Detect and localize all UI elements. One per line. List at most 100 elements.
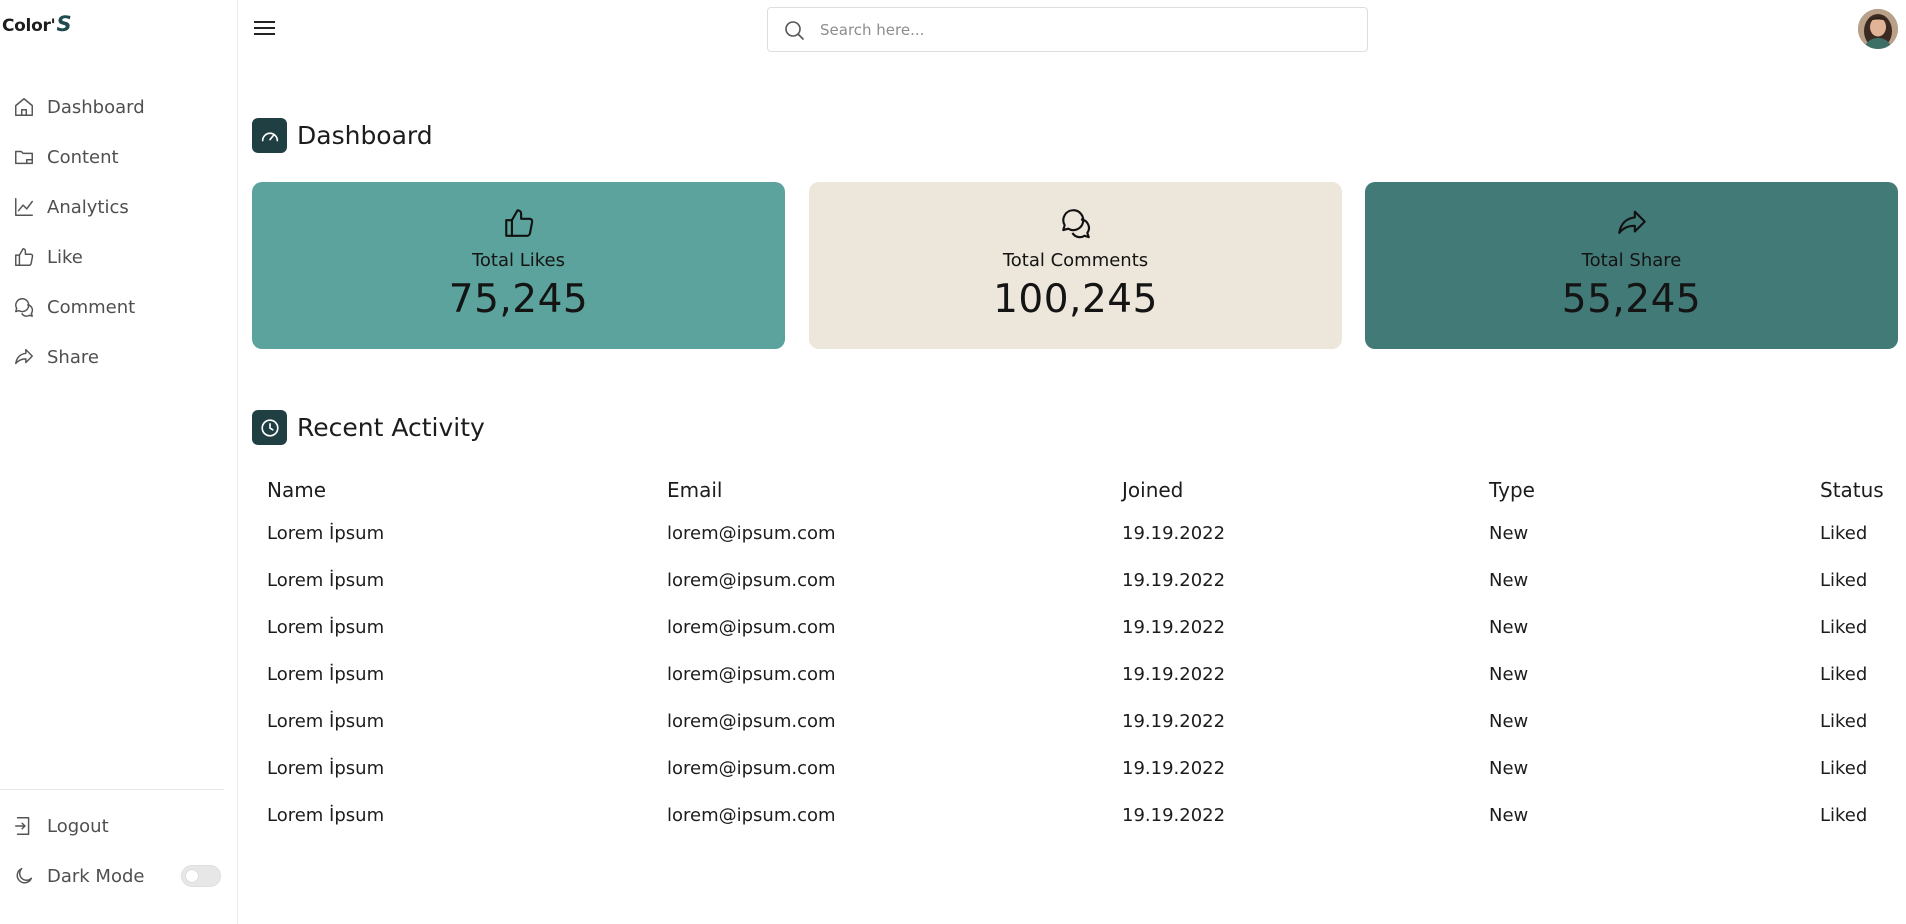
column-header-joined[interactable]: Joined (1122, 478, 1183, 502)
total-comments-card[interactable]: Total Comments 100,245 (809, 182, 1342, 349)
table-row[interactable]: Lorem İpsum lorem@ipsum.com 19.19.2022 N… (252, 651, 1892, 698)
logo[interactable]: Color'S (2, 12, 72, 36)
avatar-image (1858, 9, 1898, 49)
cell-email: lorem@ipsum.com (667, 758, 836, 779)
cell-joined: 19.19.2022 (1122, 805, 1226, 826)
page-title: Dashboard (297, 121, 433, 150)
cell-name: Lorem İpsum (267, 805, 385, 826)
cell-name: Lorem İpsum (267, 664, 385, 685)
cell-joined: 19.19.2022 (1122, 570, 1226, 591)
cell-type: New (1489, 758, 1529, 779)
column-header-name[interactable]: Name (267, 478, 326, 502)
comments-icon (13, 296, 35, 318)
table-header-row: Name Email Joined Type Status (252, 470, 1892, 510)
share-icon (13, 346, 35, 368)
table-row[interactable]: Lorem İpsum lorem@ipsum.com 19.19.2022 N… (252, 698, 1892, 745)
share-icon (1615, 206, 1649, 240)
cell-name: Lorem İpsum (267, 570, 385, 591)
cell-type: New (1489, 664, 1529, 685)
cell-joined: 19.19.2022 (1122, 711, 1226, 732)
card-value: 55,245 (1561, 277, 1702, 322)
card-value: 75,245 (448, 277, 589, 322)
cell-joined: 19.19.2022 (1122, 523, 1226, 544)
cell-type: New (1489, 805, 1529, 826)
total-likes-card[interactable]: Total Likes 75,245 (252, 182, 785, 349)
cell-type: New (1489, 617, 1529, 638)
sidebar-item-label: Content (47, 146, 119, 168)
column-header-status[interactable]: Status (1820, 478, 1884, 502)
cell-status: Liked (1820, 617, 1868, 638)
cell-joined: 19.19.2022 (1122, 758, 1226, 779)
sidebar-nav: Dashboard Content Analytics Like Comment… (0, 82, 237, 382)
sidebar-item-label: Share (47, 346, 99, 368)
cell-name: Lorem İpsum (267, 617, 385, 638)
total-share-card[interactable]: Total Share 55,245 (1365, 182, 1898, 349)
card-label: Total Likes (471, 250, 566, 271)
search-icon (785, 20, 804, 40)
sidebar: Color'S Dashboard Content Analytics Like… (0, 0, 238, 924)
hamburger-menu-button[interactable] (252, 17, 278, 39)
line-chart-icon (13, 196, 35, 218)
sidebar-item-label: Analytics (47, 196, 129, 218)
cell-joined: 19.19.2022 (1122, 617, 1226, 638)
table-row[interactable]: Lorem İpsum lorem@ipsum.com 19.19.2022 N… (252, 792, 1892, 839)
sidebar-divider (0, 789, 224, 790)
cell-status: Liked (1820, 758, 1868, 779)
cell-type: New (1489, 523, 1529, 544)
cell-status: Liked (1820, 711, 1868, 732)
sidebar-item-comment[interactable]: Comment (0, 282, 237, 332)
logo-mark: S (56, 12, 72, 36)
comments-icon (1059, 206, 1093, 240)
section-title: Recent Activity (297, 413, 485, 442)
card-value: 100,245 (993, 277, 1158, 322)
cell-email: lorem@ipsum.com (667, 617, 836, 638)
column-header-type[interactable]: Type (1489, 478, 1535, 502)
home-icon (13, 96, 35, 118)
logout-icon (13, 815, 35, 837)
dark-mode-label: Dark Mode (47, 865, 145, 887)
logout-button[interactable]: Logout (0, 801, 237, 851)
table-row[interactable]: Lorem İpsum lorem@ipsum.com 19.19.2022 N… (252, 745, 1892, 792)
card-label: Total Comments (1002, 250, 1149, 271)
cell-joined: 19.19.2022 (1122, 664, 1226, 685)
toggle-knob (186, 870, 198, 882)
table-row[interactable]: Lorem İpsum lorem@ipsum.com 19.19.2022 N… (252, 557, 1892, 604)
search-input[interactable] (820, 20, 1367, 39)
column-header-email[interactable]: Email (667, 478, 723, 502)
clock-icon (252, 410, 287, 445)
table-row[interactable]: Lorem İpsum lorem@ipsum.com 19.19.2022 N… (252, 604, 1892, 651)
thumbs-up-icon (502, 206, 536, 240)
avatar[interactable] (1858, 9, 1898, 49)
dark-mode-toggle[interactable] (181, 865, 221, 887)
cell-name: Lorem İpsum (267, 711, 385, 732)
sidebar-item-dashboard[interactable]: Dashboard (0, 82, 237, 132)
cell-email: lorem@ipsum.com (667, 523, 836, 544)
search-bar (767, 7, 1368, 52)
sidebar-item-label: Comment (47, 296, 136, 318)
sidebar-item-content[interactable]: Content (0, 132, 237, 182)
cell-name: Lorem İpsum (267, 523, 385, 544)
recent-activity-table: Name Email Joined Type Status Lorem İpsu… (252, 470, 1892, 839)
sidebar-item-analytics[interactable]: Analytics (0, 182, 237, 232)
cell-status: Liked (1820, 523, 1868, 544)
moon-icon (13, 865, 35, 887)
sidebar-item-label: Dashboard (47, 96, 145, 118)
cell-name: Lorem İpsum (267, 758, 385, 779)
dashboard-heading: Dashboard (252, 118, 433, 153)
thumbs-up-icon (13, 246, 35, 268)
sidebar-item-like[interactable]: Like (0, 232, 237, 282)
sidebar-item-label: Like (47, 246, 83, 268)
app-root: Color'S Dashboard Content Analytics Like… (0, 0, 1906, 924)
hamburger-icon (254, 21, 275, 35)
card-label: Total Share (1581, 250, 1682, 271)
table-row[interactable]: Lorem İpsum lorem@ipsum.com 19.19.2022 N… (252, 510, 1892, 557)
cell-status: Liked (1820, 805, 1868, 826)
folder-icon (13, 146, 35, 168)
cell-type: New (1489, 711, 1529, 732)
recent-activity-heading: Recent Activity (252, 410, 485, 445)
sidebar-item-share[interactable]: Share (0, 332, 237, 382)
cell-email: lorem@ipsum.com (667, 711, 836, 732)
cell-status: Liked (1820, 664, 1868, 685)
cell-email: lorem@ipsum.com (667, 664, 836, 685)
cell-type: New (1489, 570, 1529, 591)
